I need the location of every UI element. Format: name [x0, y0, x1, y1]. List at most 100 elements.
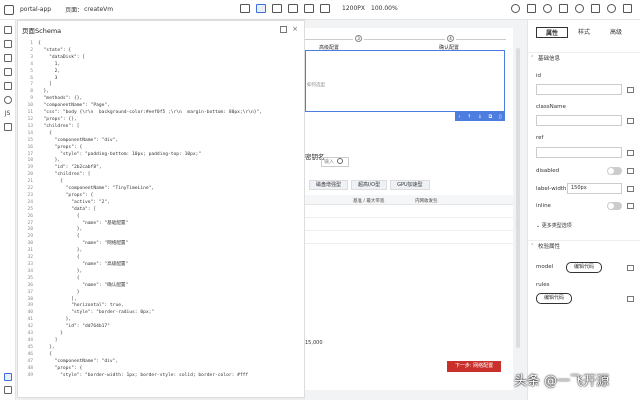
table-row[interactable]: [305, 218, 513, 231]
code-line[interactable]: 44 ]: [18, 338, 304, 345]
inline-toggle[interactable]: [607, 202, 622, 210]
redo-icon[interactable]: [543, 4, 552, 13]
code-line[interactable]: 2 "state": {: [18, 48, 304, 55]
desktop-icon[interactable]: [240, 4, 250, 13]
tab-style[interactable]: 样式: [568, 27, 600, 38]
laptop-icon[interactable]: [256, 4, 266, 13]
i18n-icon[interactable]: [3, 96, 12, 104]
model-edit-code-button[interactable]: 编辑代码: [566, 262, 602, 273]
code-line[interactable]: 4 1,: [18, 62, 304, 69]
code-line[interactable]: 35 {: [18, 276, 304, 283]
step-3-circle[interactable]: 3: [355, 35, 362, 42]
code-line[interactable]: 16 "props": {: [18, 145, 304, 152]
close-icon[interactable]: ×: [292, 25, 298, 33]
generate-code-icon[interactable]: [591, 4, 600, 13]
code-line[interactable]: 11 "css": "body {\r\n background-color:#…: [18, 110, 304, 117]
copy-icon[interactable]: ⧉: [489, 114, 493, 120]
code-line[interactable]: 32 {: [18, 255, 304, 262]
bind-variable-icon[interactable]: [627, 150, 634, 156]
page-manage-icon[interactable]: [3, 54, 12, 62]
bind-variable-icon[interactable]: [627, 296, 634, 302]
code-line[interactable]: 46 {: [18, 352, 304, 359]
code-line[interactable]: 1{: [18, 41, 304, 48]
tab-advanced[interactable]: 高级: [600, 27, 632, 38]
more-options-link[interactable]: ⌄ 更多类型选项: [536, 222, 572, 229]
mobile-icon[interactable]: [304, 4, 314, 13]
code-line[interactable]: 37 }: [18, 290, 304, 297]
export-icon[interactable]: [280, 26, 287, 33]
bind-variable-icon[interactable]: [627, 118, 634, 124]
tablet-landscape-icon[interactable]: [288, 4, 298, 13]
datasource-icon[interactable]: [3, 82, 12, 90]
block-icon[interactable]: [3, 68, 12, 76]
add-component-icon[interactable]: [3, 26, 12, 34]
selected-block[interactable]: [305, 50, 505, 112]
outline-tree-icon[interactable]: [3, 40, 12, 48]
tab-props[interactable]: 属性: [536, 27, 568, 38]
code-line[interactable]: 23 "props": {: [18, 193, 304, 200]
tablet-icon[interactable]: [272, 4, 282, 13]
tab-disk[interactable]: 磁盘增强型: [309, 180, 349, 190]
bind-variable-icon[interactable]: [627, 265, 634, 271]
code-line[interactable]: 14 {: [18, 131, 304, 138]
canvas-page[interactable]: 3 4 高级配置 确认配置 如何选型 ‹ ↑ ↓ ⧉ ▯ 密钥名 输入 磁盘增强…: [305, 28, 513, 390]
rules-edit-code-button[interactable]: 编辑代码: [536, 293, 572, 304]
id-input[interactable]: [536, 84, 622, 95]
code-line[interactable]: 5 2,: [18, 69, 304, 76]
preview-icon[interactable]: [575, 4, 584, 13]
move-up-icon[interactable]: ↑: [467, 114, 471, 120]
code-line[interactable]: 43 }: [18, 331, 304, 338]
help-icon[interactable]: [623, 4, 632, 13]
page-name[interactable]: createVm: [84, 6, 113, 13]
bridge-icon[interactable]: [3, 123, 12, 131]
bind-variable-icon[interactable]: [627, 186, 634, 192]
schema-code-icon[interactable]: [4, 373, 12, 381]
code-line[interactable]: 34 },: [18, 269, 304, 276]
canvas-scrollbar[interactable]: [515, 28, 521, 390]
code-line[interactable]: 26 {: [18, 214, 304, 221]
ref-input[interactable]: [536, 147, 622, 158]
schema-code-editor[interactable]: 1{2 "state": {3 "dataDisk": [4 1, 5 2, 6 3…: [18, 41, 304, 397]
save-icon[interactable]: [607, 4, 616, 13]
code-line[interactable]: 33 "name": "高级配置": [18, 262, 304, 269]
disabled-toggle[interactable]: [607, 167, 622, 175]
code-line[interactable]: 6 3: [18, 76, 304, 83]
code-line[interactable]: 22 "componentName": "TinyTimeLine",: [18, 186, 304, 193]
code-line[interactable]: 21 {: [18, 179, 304, 186]
key-input[interactable]: 输入: [321, 157, 349, 167]
code-line[interactable]: 25 "data": [: [18, 207, 304, 214]
undo-icon[interactable]: [527, 4, 536, 13]
clean-icon[interactable]: [559, 4, 568, 13]
table-row[interactable]: [305, 205, 513, 218]
zoom-level[interactable]: 100.00%: [371, 5, 398, 12]
table-row[interactable]: [305, 231, 513, 244]
lock-icon[interactable]: [511, 4, 520, 13]
code-line[interactable]: 12 "props": {},: [18, 117, 304, 124]
code-line[interactable]: 48 "props": {: [18, 366, 304, 373]
code-line[interactable]: 47 "componentName": "div",: [18, 359, 304, 366]
code-line[interactable]: 17 "style": "padding-bottom: 10px; paddi…: [18, 152, 304, 159]
code-line[interactable]: 24 "active": "2",: [18, 200, 304, 207]
code-line[interactable]: 13 "children": [: [18, 124, 304, 131]
mobile-small-icon[interactable]: [320, 4, 330, 13]
step-4-circle[interactable]: 4: [447, 35, 454, 42]
move-down-icon[interactable]: ↓: [478, 114, 482, 120]
bind-variable-icon[interactable]: [627, 87, 634, 93]
classname-input[interactable]: [536, 115, 622, 126]
section-validate[interactable]: ˆ 校验属性: [528, 240, 640, 252]
code-line[interactable]: 36 "name": "确认配置": [18, 283, 304, 290]
next-step-button[interactable]: 下一步: 网络配置: [447, 361, 501, 372]
bind-variable-icon[interactable]: [627, 168, 634, 174]
tutorial-icon[interactable]: [4, 386, 12, 394]
delete-icon[interactable]: ▯: [499, 114, 502, 120]
code-line[interactable]: 15 "componentName": "div",: [18, 138, 304, 145]
section-basic[interactable]: ˆ 基础信息: [528, 52, 640, 64]
select-parent-icon[interactable]: ‹: [458, 114, 460, 120]
code-line[interactable]: 49 "style": "border-width: 1px; border-s…: [18, 373, 304, 380]
canvas-width[interactable]: 1200PX: [342, 5, 365, 12]
code-line[interactable]: 3 "dataDisk": [: [18, 55, 304, 62]
js-panel-button[interactable]: JS: [0, 110, 15, 117]
app-name[interactable]: portal-app: [20, 6, 51, 13]
labelwidth-input[interactable]: 150px: [567, 183, 622, 194]
tab-io[interactable]: 超高I/O型: [351, 180, 388, 190]
